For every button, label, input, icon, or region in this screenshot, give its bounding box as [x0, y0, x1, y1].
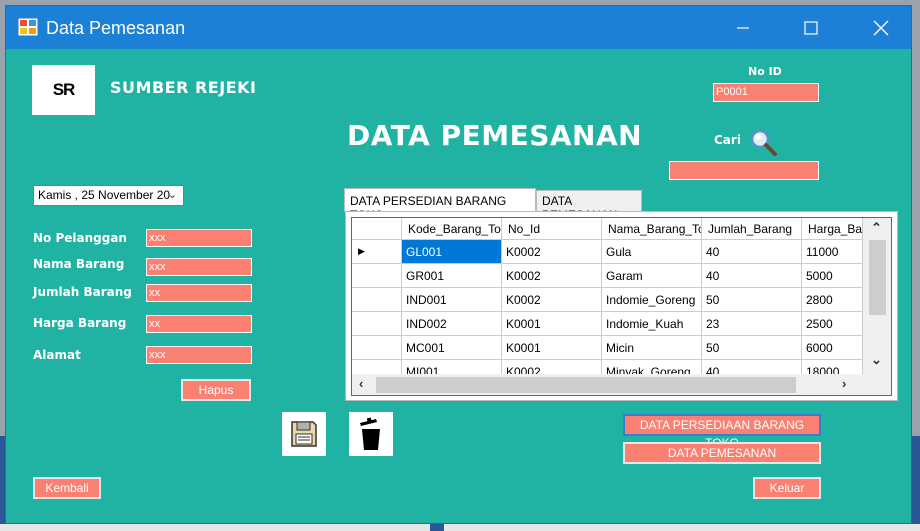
- row-header[interactable]: [352, 336, 402, 360]
- trash-icon: [360, 417, 380, 450]
- chevron-up-icon[interactable]: ⌃: [871, 220, 882, 236]
- column-header[interactable]: Nama_Barang_Toko: [602, 218, 702, 240]
- background-bottom: [0, 524, 920, 531]
- column-header[interactable]: Harga_Barang: [802, 218, 863, 240]
- data-persediaan-button[interactable]: DATA PERSEDIAAN BARANG TOKO: [623, 414, 821, 450]
- chevron-left-icon[interactable]: ‹: [359, 376, 363, 391]
- table-cell[interactable]: 2500: [802, 312, 863, 336]
- table-cell[interactable]: 40: [702, 240, 802, 264]
- table-cell[interactable]: MC001: [402, 336, 502, 360]
- logo-text: SR: [52, 80, 76, 99]
- search-input[interactable]: [669, 161, 819, 180]
- data-grid[interactable]: Kode_Barang_Toko No_Id Nama_Barang_Toko …: [351, 217, 892, 396]
- title-bar: Data Pemesanan: [6, 6, 911, 49]
- minimize-button[interactable]: [720, 6, 766, 49]
- save-icon: [291, 421, 317, 447]
- maximize-icon: [804, 20, 818, 35]
- data-pemesanan-button[interactable]: DATA PEMESANAN: [623, 442, 821, 464]
- table-cell[interactable]: Micin: [602, 336, 702, 360]
- table-cell[interactable]: 50: [702, 288, 802, 312]
- minimize-icon: [737, 26, 749, 29]
- scroll-corner: [863, 374, 891, 395]
- table-cell[interactable]: 40: [702, 264, 802, 288]
- vertical-scrollbar[interactable]: ⌃ ⌄: [863, 218, 891, 374]
- row-header[interactable]: ▶: [352, 240, 402, 264]
- table-cell[interactable]: 50: [702, 336, 802, 360]
- horizontal-scroll-thumb[interactable]: [376, 377, 796, 393]
- chevron-down-icon[interactable]: ⌄: [871, 352, 882, 368]
- table-cell[interactable]: Indomie_Kuah: [602, 312, 702, 336]
- table-cell[interactable]: Gula: [602, 240, 702, 264]
- jumlah-barang-field[interactable]: xx: [146, 284, 252, 302]
- nama-barang-field[interactable]: xxx: [146, 258, 252, 276]
- horizontal-scrollbar[interactable]: ‹ ›: [352, 374, 863, 395]
- column-header[interactable]: Kode_Barang_Toko: [402, 218, 502, 240]
- tab-data-persedian[interactable]: DATA PERSEDIAN BARANG TOKO: [344, 188, 536, 222]
- nama-barang-label: Nama Barang: [33, 257, 125, 271]
- page-title: DATA PEMESANAN: [347, 119, 643, 152]
- table-cell[interactable]: K0002: [502, 264, 602, 288]
- vertical-scroll-thumb[interactable]: [869, 240, 886, 315]
- table-cell[interactable]: 6000: [802, 336, 863, 360]
- close-icon: [873, 20, 889, 35]
- table-cell[interactable]: K0002: [502, 240, 602, 264]
- kembali-button[interactable]: Kembali: [33, 477, 101, 499]
- hapus-button[interactable]: Hapus: [181, 379, 251, 401]
- no-pelanggan-label: No Pelanggan: [33, 231, 127, 245]
- background-taskbar-right: [912, 436, 920, 531]
- row-header[interactable]: [352, 288, 402, 312]
- table-cell[interactable]: GR001: [402, 264, 502, 288]
- table-cell[interactable]: K0001: [502, 336, 602, 360]
- no-id-field[interactable]: P0001: [713, 83, 819, 102]
- no-pelanggan-field[interactable]: xxx: [146, 229, 252, 247]
- current-row-icon: ▶: [358, 246, 365, 256]
- delete-button[interactable]: [349, 412, 393, 456]
- harga-barang-field[interactable]: xx: [146, 315, 252, 333]
- table-cell[interactable]: 11000: [802, 240, 863, 264]
- window-title: Data Pemesanan: [46, 18, 186, 38]
- table-cell[interactable]: K0001: [502, 312, 602, 336]
- company-logo: SR: [32, 65, 95, 115]
- table-cell[interactable]: GL001: [402, 240, 502, 264]
- date-value: Kamis , 25 November 20: [38, 188, 171, 202]
- row-header[interactable]: [352, 264, 402, 288]
- chevron-right-icon[interactable]: ›: [842, 376, 846, 391]
- table-cell[interactable]: IND001: [402, 288, 502, 312]
- search-icon[interactable]: [748, 127, 778, 157]
- alamat-field[interactable]: xxx: [146, 346, 252, 364]
- main-window: Data Pemesanan SR SUMBER REJEKI DATA PEM…: [5, 5, 912, 524]
- table-cell[interactable]: Garam: [602, 264, 702, 288]
- cari-label: Cari: [714, 133, 741, 147]
- table-cell[interactable]: IND002: [402, 312, 502, 336]
- table-cell[interactable]: 5000: [802, 264, 863, 288]
- table-cell[interactable]: 23: [702, 312, 802, 336]
- jumlah-barang-label: Jumlah Barang: [33, 285, 132, 299]
- tab-data-pemesanan[interactable]: DATA PEMESANAN: [536, 190, 642, 222]
- save-button[interactable]: [282, 412, 326, 456]
- harga-barang-label: Harga Barang: [33, 316, 127, 330]
- date-picker[interactable]: Kamis , 25 November 20 ⌄: [33, 185, 184, 206]
- no-id-label: No ID: [748, 65, 782, 78]
- maximize-button[interactable]: [788, 6, 834, 49]
- tab-panel: Kode_Barang_Toko No_Id Nama_Barang_Toko …: [345, 211, 898, 401]
- column-header[interactable]: No_Id: [502, 218, 602, 240]
- table-cell[interactable]: K0002: [502, 288, 602, 312]
- chevron-down-icon[interactable]: ⌄: [168, 186, 177, 205]
- app-icon: [18, 18, 38, 36]
- keluar-button[interactable]: Keluar: [753, 477, 821, 499]
- table-cell[interactable]: 2800: [802, 288, 863, 312]
- row-header[interactable]: [352, 312, 402, 336]
- column-header[interactable]: Jumlah_Barang: [702, 218, 802, 240]
- grid-corner-header: [352, 218, 402, 240]
- company-name: SUMBER REJEKI: [110, 78, 257, 97]
- alamat-label: Alamat: [33, 348, 81, 362]
- close-button[interactable]: [858, 6, 904, 49]
- table-cell[interactable]: Indomie_Goreng: [602, 288, 702, 312]
